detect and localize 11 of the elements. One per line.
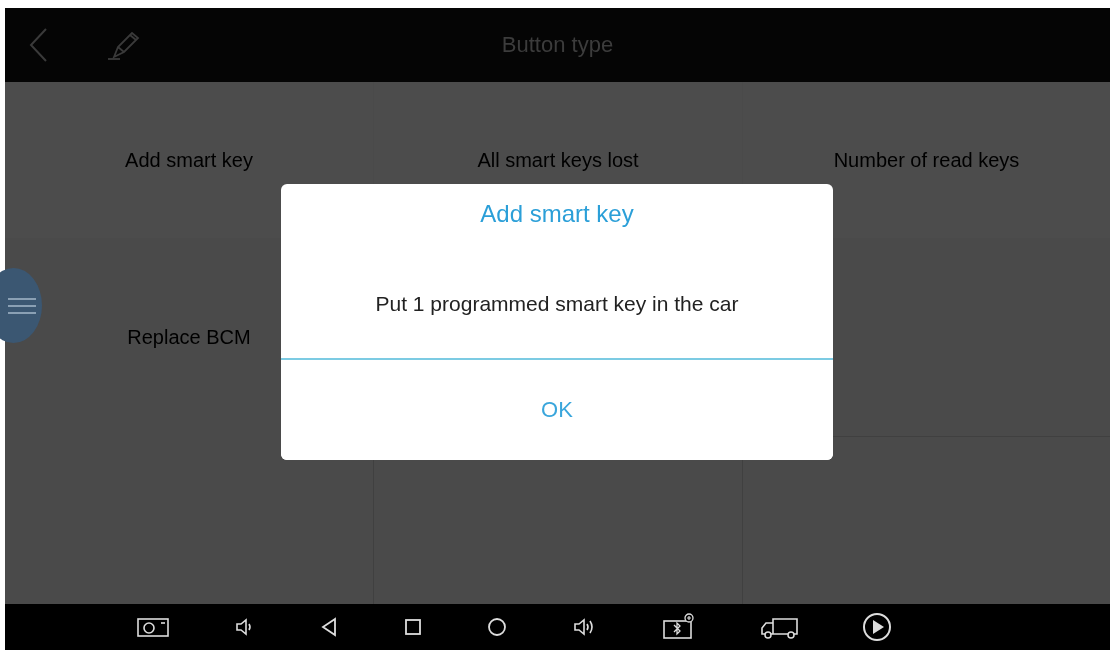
bluetooth-device-icon[interactable] xyxy=(661,613,695,641)
home-circle-icon[interactable] xyxy=(486,616,508,638)
ok-button[interactable]: OK xyxy=(281,358,833,460)
play-icon[interactable] xyxy=(862,612,892,642)
recent-apps-square-icon[interactable] xyxy=(402,617,423,637)
dialog-message: Put 1 programmed smart key in the car xyxy=(375,292,739,316)
dialog-title: Add smart key xyxy=(480,200,634,228)
menu-icon[interactable] xyxy=(8,295,36,316)
truck-icon[interactable] xyxy=(758,615,799,639)
screenshot-camera-icon[interactable] xyxy=(136,616,170,638)
back-triangle-icon[interactable] xyxy=(319,616,339,638)
